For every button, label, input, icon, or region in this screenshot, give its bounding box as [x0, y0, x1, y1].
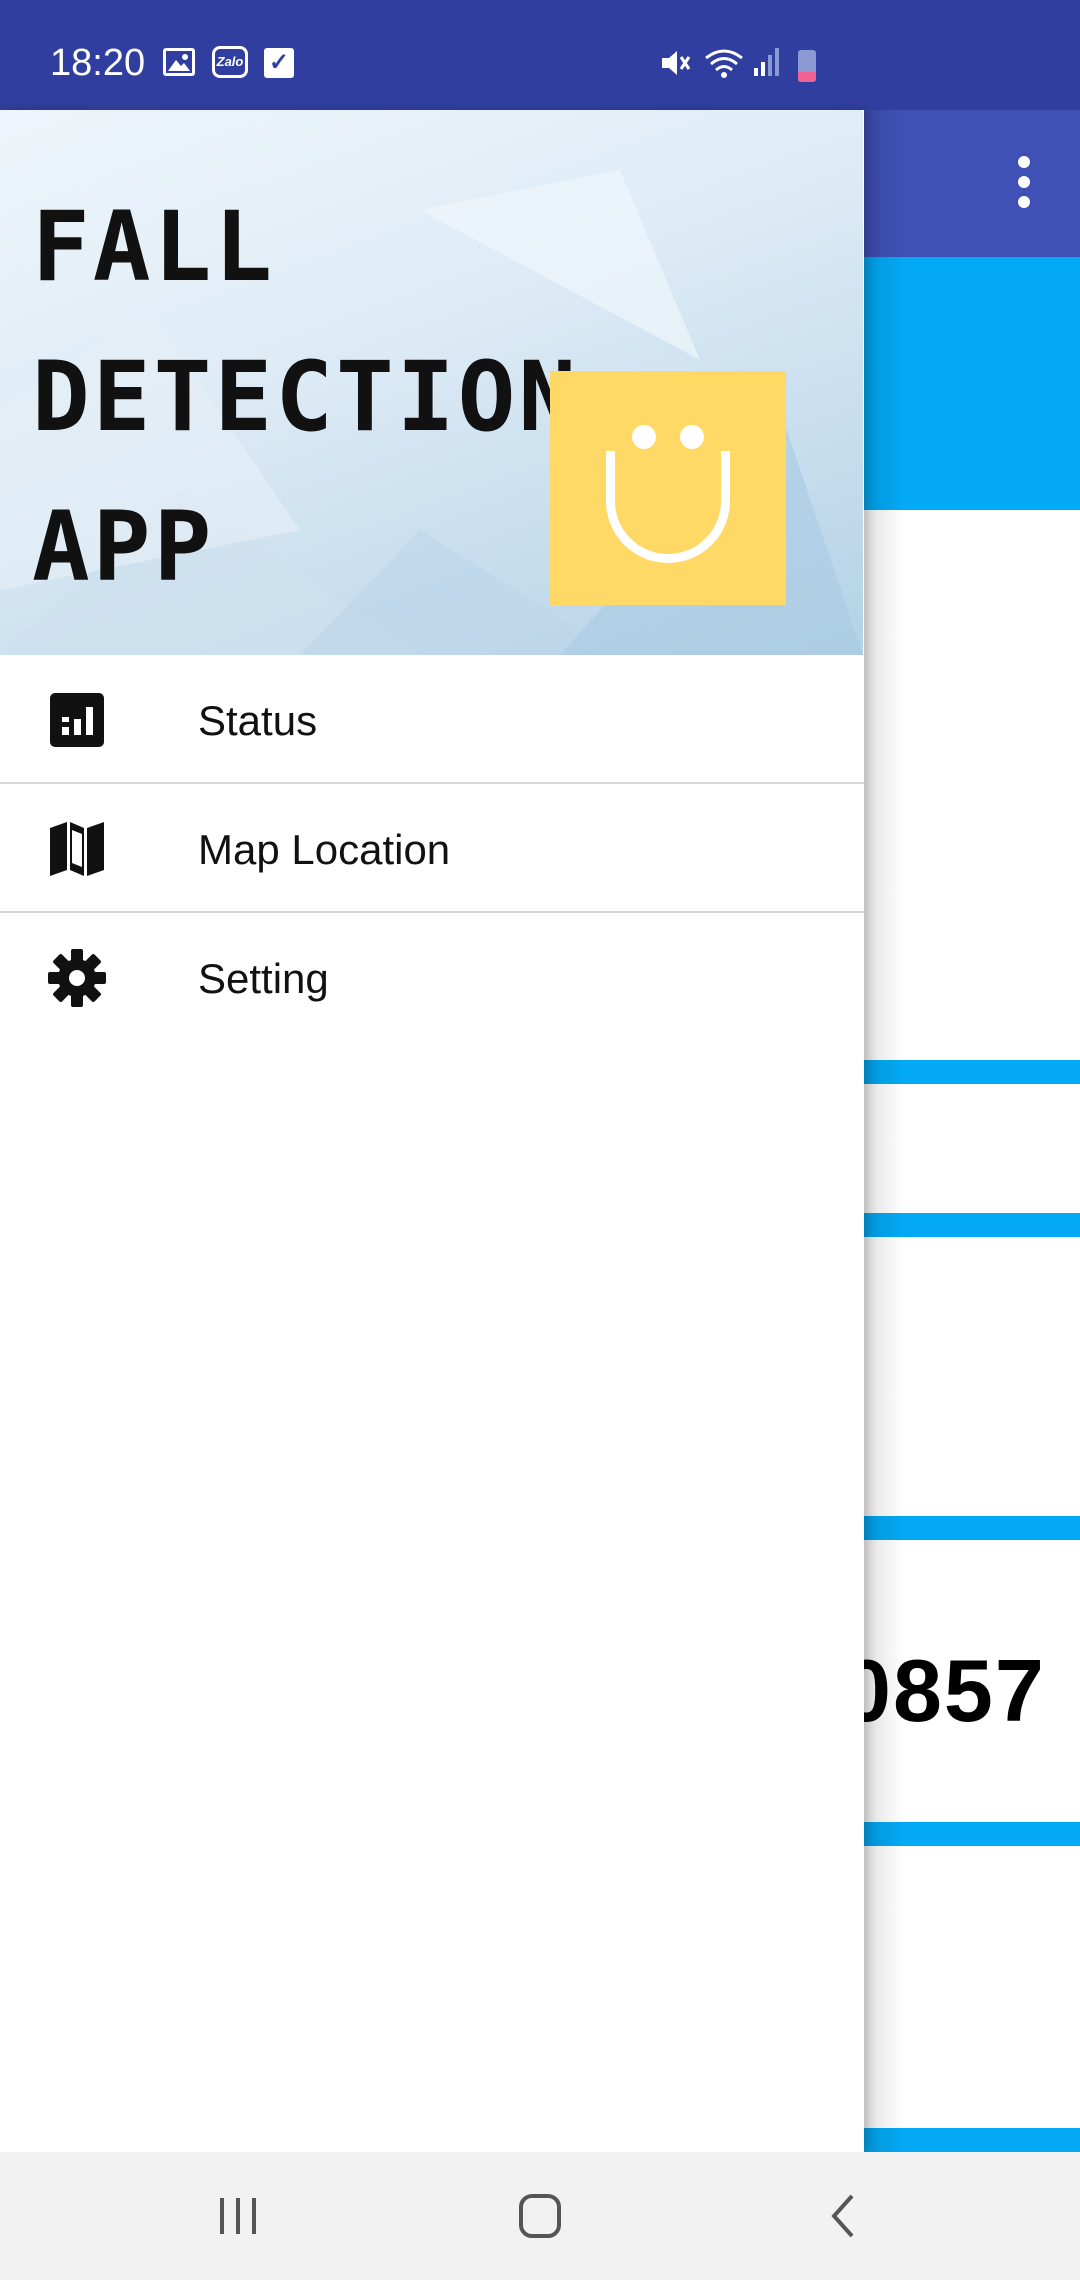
back-icon [831, 2194, 854, 2238]
menu-item-map-location[interactable]: Map Location [0, 784, 864, 913]
recent-apps-icon [220, 2198, 256, 2234]
drawer-header: FALL DETECTION APP [0, 110, 863, 655]
drawer-shadow [864, 110, 904, 2152]
smiley-logo [550, 371, 786, 605]
status-bar: 18:20 Zalo ✓ [0, 0, 1080, 110]
battery-icon [798, 50, 816, 82]
system-nav-bar [0, 2152, 1080, 2280]
overflow-menu-icon[interactable] [994, 150, 1054, 220]
status-time: 18:20 [50, 42, 146, 84]
background-app: 0857 [864, 110, 1080, 2152]
drawer-menu: Status Map Location Setting [0, 655, 864, 1042]
logo-mouth [606, 451, 730, 563]
navigation-drawer: FALL DETECTION APP Status Map Location S… [0, 110, 864, 2152]
mute-icon [658, 46, 692, 88]
menu-item-status[interactable]: Status [0, 655, 864, 784]
logo-right-eye [680, 425, 704, 449]
gallery-icon [163, 48, 195, 76]
map-icon [46, 820, 108, 878]
menu-item-label: Status [198, 697, 318, 744]
gear-icon [46, 949, 108, 1007]
menu-item-label: Setting [198, 955, 329, 1002]
checkbox-icon: ✓ [264, 48, 294, 78]
wifi-icon [702, 46, 746, 88]
home-button[interactable] [500, 2180, 580, 2252]
menu-item-label: Map Location [198, 826, 451, 873]
signal-icon [752, 46, 782, 76]
zalo-icon: Zalo [212, 46, 248, 78]
menu-item-setting[interactable]: Setting [0, 913, 864, 1042]
home-icon [519, 2194, 561, 2238]
status-chart-icon [46, 691, 108, 749]
recent-apps-button[interactable] [198, 2180, 278, 2252]
back-button[interactable] [804, 2180, 884, 2252]
logo-left-eye [632, 425, 656, 449]
